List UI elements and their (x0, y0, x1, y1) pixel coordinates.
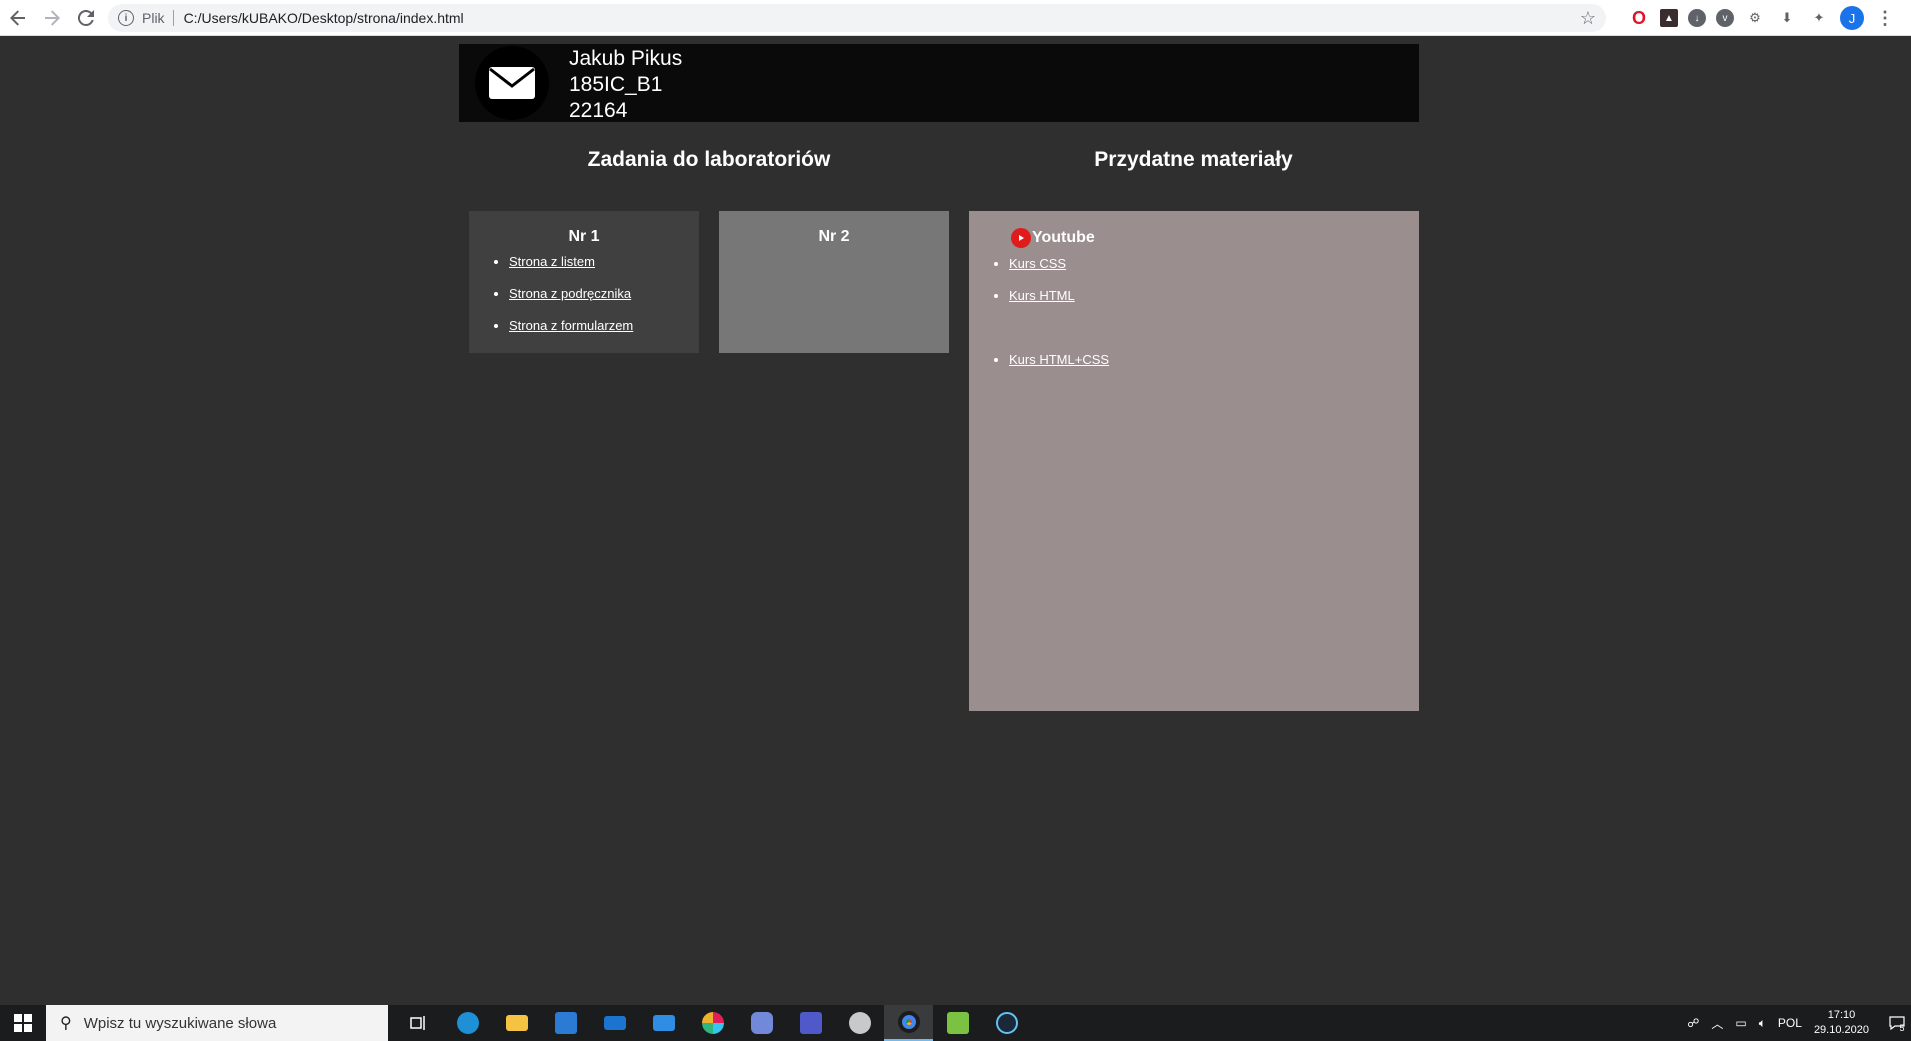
people-icon[interactable]: ☍ (1687, 1016, 1699, 1030)
student-id: 22164 (569, 99, 628, 122)
opera-extension-icon[interactable]: O (1628, 7, 1650, 29)
mail-app-icon[interactable] (590, 1005, 639, 1041)
clock-date: 29.10.2020 (1813, 1024, 1869, 1036)
useful-materials-title: Przydatne materiały (1094, 148, 1293, 171)
system-tray: ☍ ︿ ▭ 🔈︎ POL 17:10 29.10.2020 5 (1687, 1005, 1911, 1041)
volume-icon[interactable]: 🔈︎ (1759, 1016, 1766, 1031)
back-arrow-icon (10, 9, 25, 26)
bookmark-star-icon[interactable]: ☆ (1580, 8, 1596, 29)
chrome-icon[interactable] (884, 1005, 933, 1041)
extension-gears-icon[interactable]: ⚙ (1744, 7, 1766, 29)
info-icon[interactable]: i (118, 10, 134, 26)
search-icon: ⚲ (60, 1015, 72, 1032)
address-bar[interactable]: i Plik C:/Users/kUBAKO/Desktop/strona/in… (108, 4, 1606, 32)
youtube-play-icon (1011, 228, 1031, 248)
browser-toolbar: i Plik C:/Users/kUBAKO/Desktop/strona/in… (0, 0, 1911, 36)
list-item: Strona z listem (509, 254, 699, 270)
downloads-icon[interactable]: ⬇ (1776, 7, 1798, 29)
language-indicator[interactable]: POL (1778, 1016, 1802, 1030)
windows-logo-icon (14, 1014, 32, 1032)
link-kurs-css[interactable]: Kurs CSS (1009, 256, 1066, 271)
url-scheme-label: Plik (142, 10, 165, 26)
mail-icon[interactable] (475, 46, 549, 120)
reload-button[interactable] (70, 2, 102, 34)
list-item: Kurs CSS (1009, 256, 1419, 272)
notepad-icon[interactable] (933, 1005, 982, 1041)
task-view-icon[interactable] (394, 1005, 443, 1041)
student-group: 185IC_B1 (569, 73, 663, 96)
list-item: Kurs HTML (1009, 288, 1419, 304)
link-strona-z-podrecznika[interactable]: Strona z podręcznika (509, 286, 631, 301)
list-item: Strona z formularzem (509, 318, 699, 334)
link-kurs-html-css[interactable]: Kurs HTML+CSS (1009, 352, 1109, 367)
download-extension-icon[interactable]: ↓ (1688, 9, 1706, 27)
slack-icon[interactable] (688, 1005, 737, 1041)
remote-desktop-icon[interactable] (639, 1005, 688, 1041)
notification-count: 5 (1899, 1023, 1905, 1033)
clock[interactable]: 17:10 29.10.2020 (1814, 1008, 1869, 1038)
teams-icon[interactable] (786, 1005, 835, 1041)
menu-kebab-icon[interactable]: ⋮ (1874, 7, 1896, 29)
extension-icon[interactable]: ▲ (1660, 9, 1678, 27)
card-title: Nr 2 (818, 228, 850, 245)
youtube-links-list: Kurs CSS Kurs HTML Kurs HTML+CSS (969, 256, 1419, 368)
network-icon[interactable]: ▭ (1735, 1016, 1746, 1030)
link-kurs-html[interactable]: Kurs HTML (1009, 288, 1075, 303)
start-button[interactable] (0, 1005, 46, 1041)
url-text[interactable]: C:/Users/kUBAKO/Desktop/strona/index.htm… (184, 10, 464, 26)
puzzle-extensions-icon[interactable]: ✦ (1808, 7, 1830, 29)
list-item: Kurs HTML+CSS (1009, 352, 1419, 368)
card-title: Nr 1 (568, 228, 600, 245)
reload-icon (78, 9, 94, 26)
link-strona-z-formularzem[interactable]: Strona z formularzem (509, 318, 633, 333)
search-placeholder: Wpisz tu wyszukiwane słowa (83, 1014, 277, 1032)
student-info: Jakub Pikus 185IC_B1 22164 (569, 46, 682, 124)
paint-icon[interactable] (835, 1005, 884, 1041)
taskbar-search-box[interactable]: ⚲ Wpisz tu wyszukiwane słowa (46, 1005, 388, 1041)
edge-icon[interactable] (443, 1005, 492, 1041)
discord-icon[interactable] (737, 1005, 786, 1041)
profile-avatar[interactable]: J (1840, 6, 1864, 30)
lab-card-nr1: Nr 1 Strona z listem Strona z podręcznik… (469, 211, 699, 353)
windows-taskbar: ⚲ Wpisz tu wyszukiwane słowa ☍ ︿ ▭ 🔈︎ PO… (0, 1005, 1911, 1041)
page-header: Jakub Pikus 185IC_B1 22164 (459, 44, 1419, 122)
taskbar-pinned-apps (394, 1005, 1031, 1041)
list-item: Strona z podręcznika (509, 286, 699, 302)
url-separator (172, 10, 174, 26)
forward-button[interactable] (36, 2, 68, 34)
vpn-extension-icon[interactable]: v (1716, 9, 1734, 27)
youtube-card: Youtube Kurs CSS Kurs HTML Kurs HTML+CSS (969, 211, 1419, 711)
clock-time: 17:10 (1827, 1009, 1856, 1021)
lab-links-list: Strona z listem Strona z podręcznika Str… (469, 254, 699, 334)
file-explorer-icon[interactable] (492, 1005, 541, 1041)
youtube-heading: Youtube (1011, 228, 1419, 248)
lab-tasks-title: Zadania do laboratoriów (587, 148, 831, 171)
link-strona-z-listem[interactable]: Strona z listem (509, 254, 595, 269)
youtube-title: Youtube (1032, 229, 1095, 246)
extensions-bar: O ▲ ↓ v ⚙ ⬇ ✦ J ⋮ (1628, 6, 1896, 30)
store-icon[interactable] (541, 1005, 590, 1041)
steam-icon[interactable] (982, 1005, 1031, 1041)
chevron-up-icon[interactable]: ︿ (1711, 1015, 1723, 1032)
back-button[interactable] (2, 2, 34, 34)
lab-card-nr2: Nr 2 (719, 211, 949, 353)
forward-arrow-icon (45, 9, 60, 26)
student-name: Jakub Pikus (569, 47, 683, 70)
notification-center-icon[interactable]: 5 (1883, 1005, 1911, 1041)
